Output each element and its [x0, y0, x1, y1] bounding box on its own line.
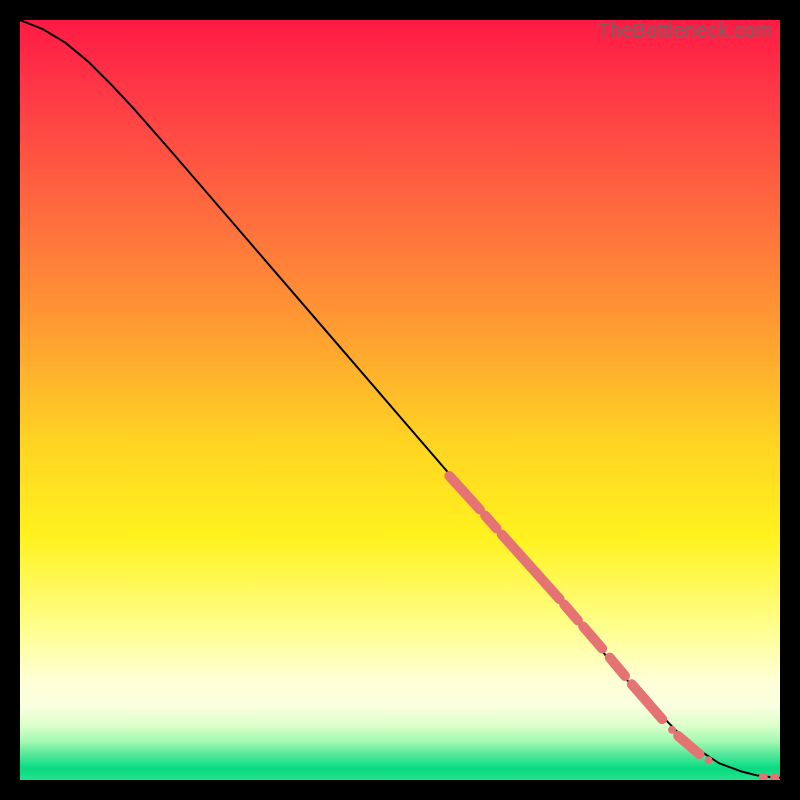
- chart-frame: TheBottleneck.com: [20, 20, 780, 780]
- attribution-text: TheBottleneck.com: [597, 20, 772, 43]
- marker-dot: [705, 756, 713, 764]
- chart-svg: [20, 20, 780, 780]
- gradient-background: [20, 20, 780, 780]
